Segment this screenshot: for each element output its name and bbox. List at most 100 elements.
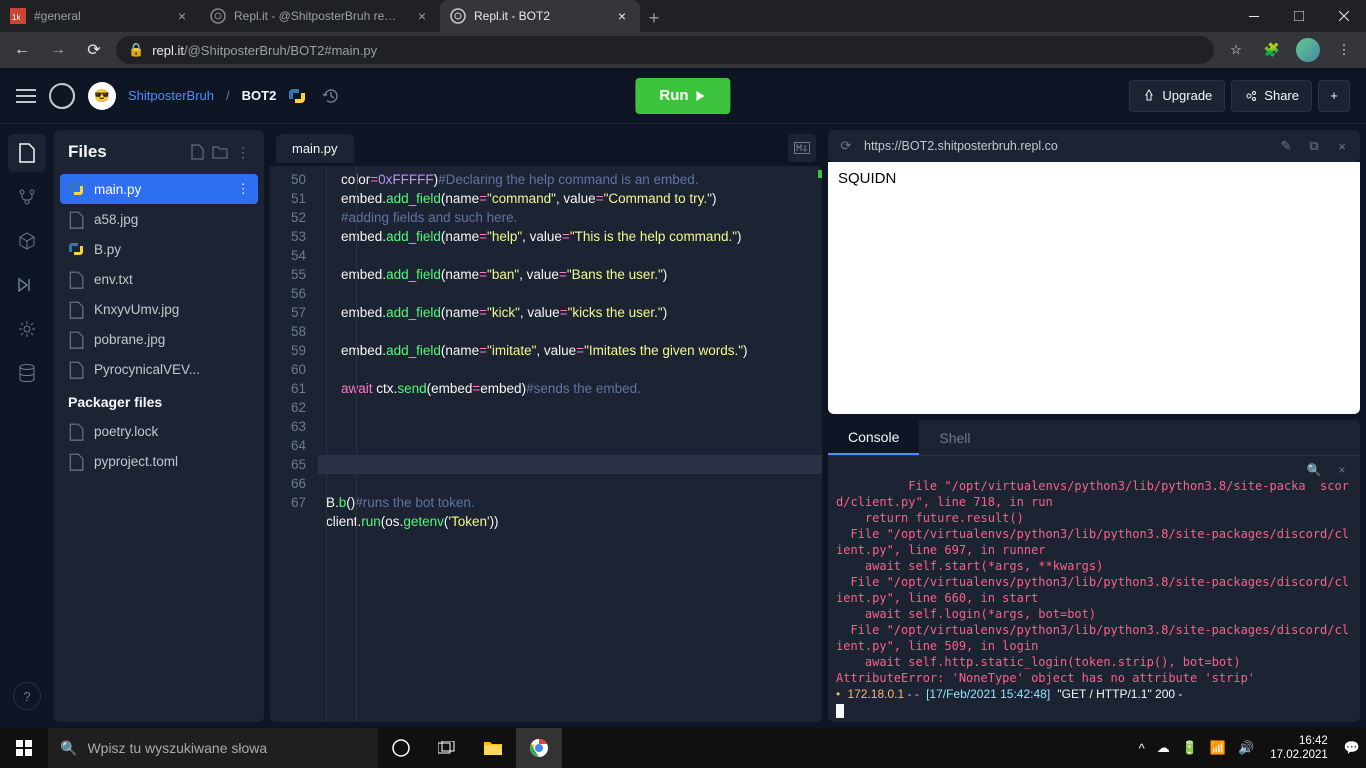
taskbar-search[interactable]: 🔍 Wpisz tu wyszukiwane słowa (48, 728, 378, 768)
webview-content[interactable]: SQUIDN (828, 162, 1360, 414)
close-icon[interactable]: × (174, 8, 190, 24)
explorer-icon[interactable] (470, 728, 516, 768)
clock[interactable]: 16:42 17.02.2021 (1260, 734, 1338, 762)
minimap-indicator (818, 170, 822, 178)
close-icon[interactable]: × (614, 8, 630, 24)
console-pane: Console Shell 🔍 × File "/opt/virtualenvs… (828, 420, 1360, 722)
task-view-icon[interactable] (424, 728, 470, 768)
file-item[interactable]: poetry.lock (54, 416, 264, 446)
volume-icon[interactable]: 🔊 (1232, 740, 1260, 756)
debug-rail-icon[interactable] (8, 266, 46, 304)
wifi-icon[interactable]: 📶 (1204, 740, 1232, 756)
extensions-icon[interactable]: 🧩 (1258, 36, 1286, 64)
search-icon: 🔍 (60, 740, 77, 757)
menu-icon[interactable]: ⋮ (1330, 36, 1358, 64)
webview-url[interactable]: https://BOT2.shitposterbruh.repl.co (864, 139, 1268, 153)
file-name: env.txt (94, 272, 133, 287)
owner-avatar[interactable]: 😎 (88, 82, 116, 110)
file-more-icon[interactable]: ⋮ (237, 181, 251, 197)
share-button[interactable]: Share (1231, 80, 1312, 112)
console-output[interactable]: 🔍 × File "/opt/virtualenvs/python3/lib/p… (828, 456, 1360, 722)
editor-tab-main[interactable]: main.py (276, 134, 354, 163)
console-tabs: Console Shell (828, 420, 1360, 456)
file-icon (68, 331, 84, 347)
settings-rail-icon[interactable] (8, 310, 46, 348)
file-item-main[interactable]: main.py ⋮ (60, 174, 258, 204)
upgrade-button[interactable]: Upgrade (1129, 80, 1225, 112)
taskbar: 🔍 Wpisz tu wyszukiwane słowa ^ ☁ 🔋 📶 🔊 1… (0, 728, 1366, 768)
new-tab-button[interactable]: + (640, 4, 668, 32)
bookmark-icon[interactable]: ☆ (1222, 36, 1250, 64)
run-button[interactable]: Run (635, 78, 730, 114)
tray-chevron-icon[interactable]: ^ (1133, 741, 1151, 756)
clear-icon[interactable]: × (1332, 462, 1352, 478)
file-name: B.py (94, 242, 121, 257)
cortana-icon[interactable] (378, 728, 424, 768)
profile-avatar[interactable] (1294, 36, 1322, 64)
add-button[interactable]: + (1318, 80, 1350, 112)
close-icon[interactable]: × (1332, 139, 1352, 154)
owner-link[interactable]: ShitposterBruh (128, 88, 214, 103)
reload-button[interactable]: ⟳ (80, 36, 108, 64)
open-external-icon[interactable]: ⧉ (1304, 138, 1324, 154)
code-editor[interactable]: 505152535455565758596061626364656667 col… (270, 166, 822, 722)
database-rail-icon[interactable] (8, 354, 46, 392)
edit-icon[interactable]: ✎ (1276, 138, 1296, 154)
browser-tab-1[interactable]: 1k #general × (0, 0, 200, 32)
file-item[interactable]: KnxyvUmv.jpg (54, 294, 264, 324)
date: 17.02.2021 (1270, 748, 1328, 762)
file-icon (68, 271, 84, 287)
lock-icon: 🔒 (128, 42, 144, 58)
new-file-icon[interactable] (190, 144, 204, 160)
webview-toolbar: ⟳ https://BOT2.shitposterbruh.repl.co ✎ … (828, 130, 1360, 162)
markdown-icon[interactable] (788, 134, 816, 162)
webview-text: SQUIDN (838, 170, 896, 187)
vcs-rail-icon[interactable] (8, 178, 46, 216)
close-icon[interactable]: × (414, 8, 430, 24)
file-name: poetry.lock (94, 424, 158, 439)
search-icon[interactable]: 🔍 (1304, 462, 1324, 478)
browser-tab-3[interactable]: Repl.it - BOT2 × (440, 0, 640, 32)
maximize-button[interactable] (1276, 0, 1321, 32)
tab-title: Repl.it - @ShitposterBruh remove (234, 9, 406, 23)
files-more-icon[interactable]: ⋮ (236, 144, 250, 161)
file-item[interactable]: env.txt (54, 264, 264, 294)
repl-header: 😎 ShitposterBruh / BOT2 Run Upgrade Shar… (0, 68, 1366, 124)
replit-icon (450, 8, 466, 24)
file-item[interactable]: pobrane.jpg (54, 324, 264, 354)
run-label: Run (659, 87, 688, 104)
onedrive-icon[interactable]: ☁ (1151, 740, 1176, 756)
packages-rail-icon[interactable] (8, 222, 46, 260)
notifications-icon[interactable]: 💬 (1338, 740, 1366, 756)
browser-toolbar: ← → ⟳ 🔒 repl.it/@ShitposterBruh/BOT2#mai… (0, 32, 1366, 68)
search-placeholder: Wpisz tu wyszukiwane słowa (87, 740, 267, 756)
battery-icon[interactable]: 🔋 (1176, 740, 1204, 756)
window-controls (1231, 0, 1366, 32)
browser-tab-2[interactable]: Repl.it - @ShitposterBruh remove × (200, 0, 440, 32)
replit-logo[interactable] (48, 82, 76, 110)
address-bar[interactable]: 🔒 repl.it/@ShitposterBruh/BOT2#main.py (116, 36, 1214, 64)
new-folder-icon[interactable] (212, 145, 228, 159)
hamburger-icon[interactable] (16, 89, 36, 103)
minimize-button[interactable] (1231, 0, 1276, 32)
file-item[interactable]: B.py (54, 234, 264, 264)
file-item[interactable]: pyproject.toml (54, 446, 264, 476)
files-header: Files ⋮ (54, 130, 264, 174)
chrome-icon[interactable] (516, 728, 562, 768)
tab-shell[interactable]: Shell (919, 420, 990, 455)
files-rail-icon[interactable] (8, 134, 46, 172)
reload-icon[interactable]: ⟳ (836, 138, 856, 154)
start-button[interactable] (0, 728, 48, 768)
help-rail-icon[interactable]: ? (13, 682, 41, 710)
close-button[interactable] (1321, 0, 1366, 32)
code-content[interactable]: color=0xFFFFF)#Declaring the help comman… (318, 166, 822, 722)
file-list: main.py ⋮ a58.jpg B.py env.txt KnxyvUmv.… (54, 174, 264, 722)
tab-console[interactable]: Console (828, 420, 919, 455)
forward-button[interactable]: → (44, 36, 72, 64)
repl-name: BOT2 (242, 88, 277, 103)
file-item[interactable]: PyrocynicalVEV... (54, 354, 264, 384)
history-icon[interactable] (318, 83, 344, 109)
back-button[interactable]: ← (8, 36, 36, 64)
file-item[interactable]: a58.jpg (54, 204, 264, 234)
file-name: PyrocynicalVEV... (94, 362, 200, 377)
